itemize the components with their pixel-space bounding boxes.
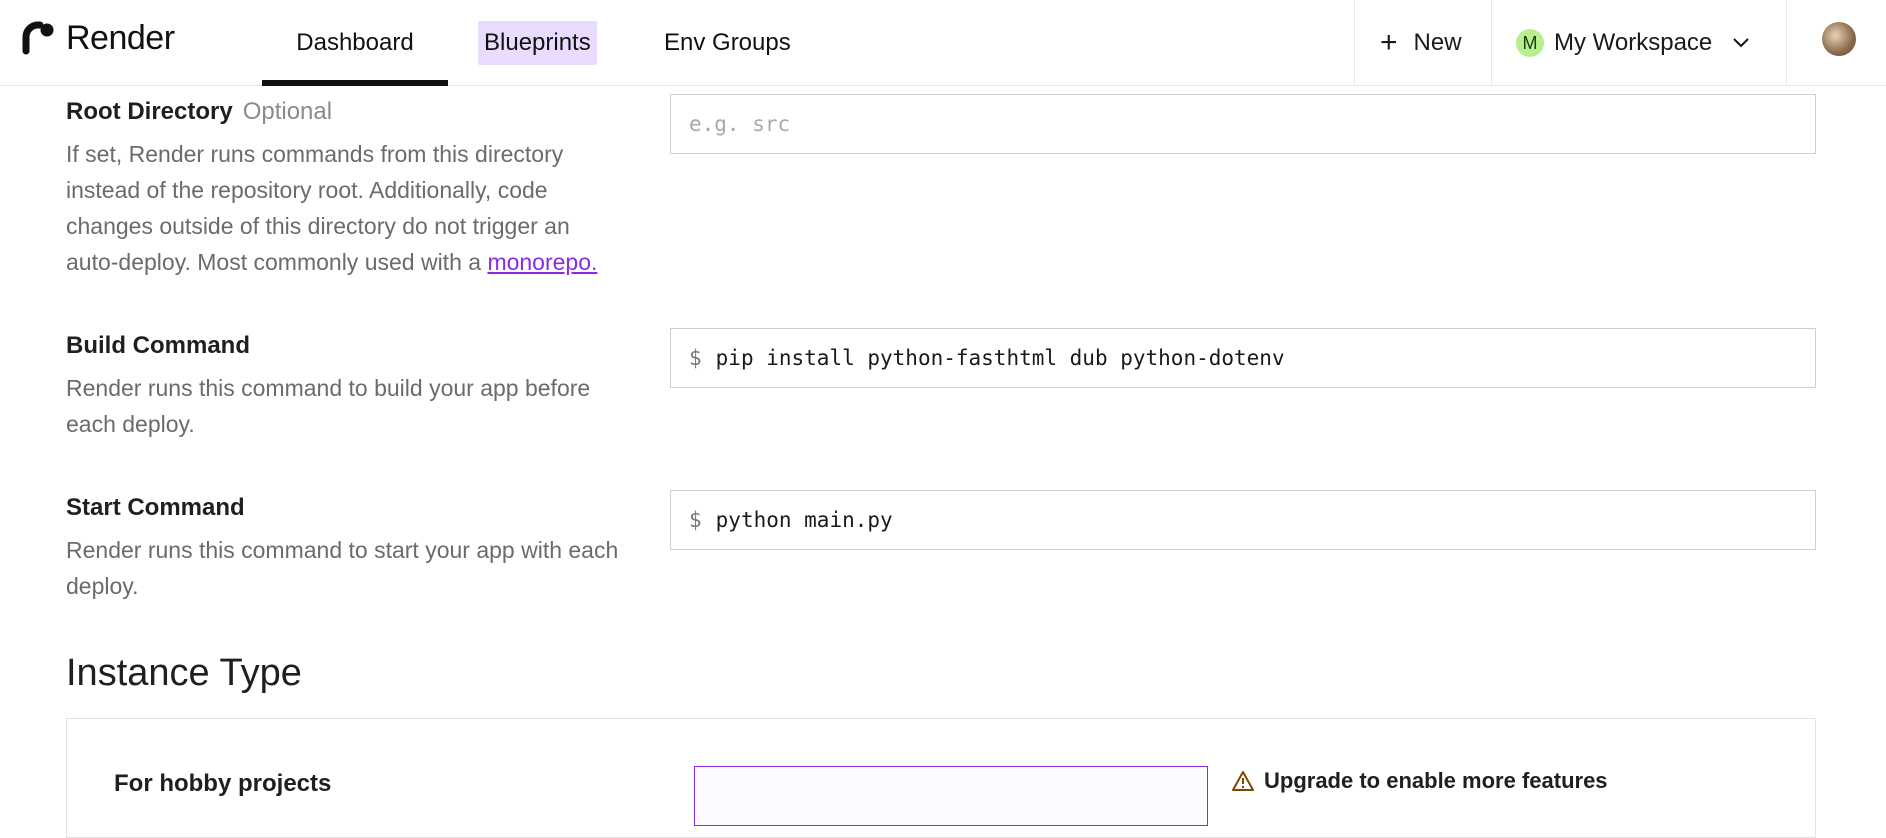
workspace-name: My Workspace (1554, 29, 1713, 56)
start-command-description: Render runs this command to start your a… (66, 537, 619, 599)
user-avatar[interactable] (1822, 22, 1856, 56)
start-command-value: python main.py (715, 508, 893, 532)
warning-icon (1232, 771, 1254, 791)
start-command-input[interactable]: $ python main.py (670, 490, 1816, 550)
chevron-down-icon (1733, 38, 1749, 48)
upgrade-label: Upgrade to enable more features (1264, 768, 1608, 793)
root-directory-placeholder: e.g. src (689, 112, 791, 136)
nav-divider (1786, 0, 1787, 86)
new-button[interactable]: + New (1380, 0, 1462, 86)
root-directory-description: If set, Render runs commands from this d… (66, 136, 626, 280)
tab-dashboard-label: Dashboard (296, 29, 414, 56)
brand-logo[interactable]: Render (22, 18, 175, 58)
tab-blueprints[interactable]: Blueprints (478, 0, 597, 86)
prompt-symbol: $ (689, 346, 702, 370)
upgrade-notice: Upgrade to enable more features (1232, 768, 1608, 794)
workspace-switcher[interactable]: M My Workspace (1516, 0, 1752, 86)
build-command-input[interactable]: $ pip install python-fasthtml dub python… (670, 328, 1816, 388)
build-command-label: Build Command (66, 332, 250, 359)
tab-blueprints-label: Blueprints (478, 21, 597, 65)
new-button-label: New (1413, 29, 1462, 56)
tab-env-groups-label: Env Groups (664, 29, 791, 56)
top-navigation: Render Dashboard Blueprints Env Groups +… (0, 0, 1886, 86)
plus-icon: + (1380, 26, 1398, 59)
render-logo-icon (22, 21, 54, 55)
optional-tag: Optional (242, 98, 333, 125)
tab-dashboard[interactable]: Dashboard (262, 0, 448, 86)
hobby-projects-label: For hobby projects (114, 770, 332, 797)
build-command-description: Render runs this command to build your a… (66, 375, 591, 437)
brand-name: Render (66, 18, 175, 57)
prompt-symbol: $ (689, 508, 702, 532)
free-plan-option[interactable] (694, 766, 1208, 826)
root-directory-label-row: Root Directory Optional (66, 98, 332, 126)
nav-divider (1491, 0, 1492, 86)
root-directory-input[interactable]: e.g. src (670, 94, 1816, 154)
instance-type-heading: Instance Type (66, 652, 302, 694)
workspace-badge: M (1516, 29, 1544, 57)
nav-divider (1354, 0, 1355, 86)
build-command-value: pip install python-fasthtml dub python-d… (715, 346, 1285, 370)
monorepo-link[interactable]: monorepo. (487, 249, 597, 275)
tab-env-groups[interactable]: Env Groups (658, 0, 797, 86)
start-command-label: Start Command (66, 494, 245, 521)
root-directory-label: Root Directory (66, 98, 233, 125)
